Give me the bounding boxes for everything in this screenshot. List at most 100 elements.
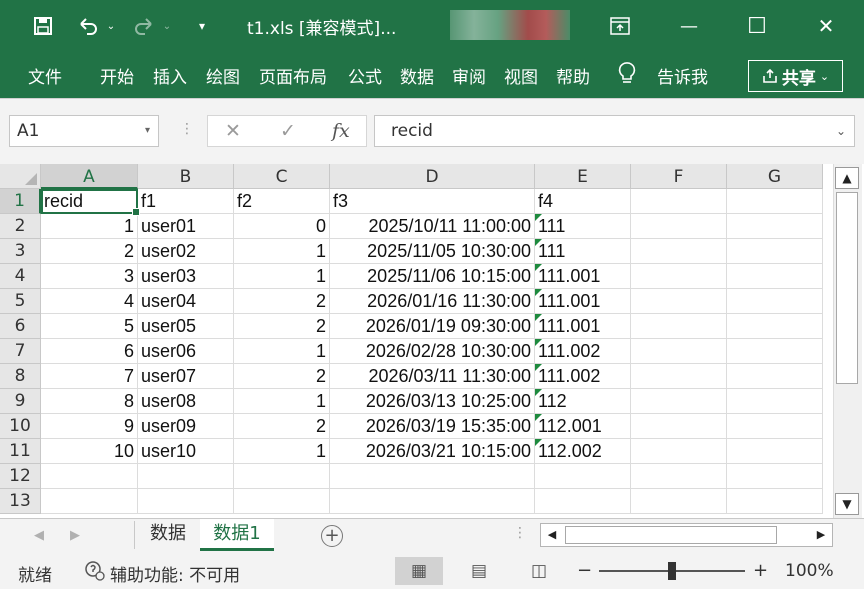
cell-b1[interactable]: f1 [138,189,234,214]
cell-a6[interactable]: 5 [41,314,138,339]
vertical-scroll-thumb[interactable] [836,192,858,384]
row-header-12[interactable]: 12 [0,464,41,489]
cell-d4[interactable]: 2025/11/06 10:15:00 [330,264,535,289]
lightbulb-icon[interactable] [617,61,637,90]
cell-f13[interactable] [631,489,727,514]
cell-c2[interactable]: 0 [234,214,330,239]
redo-dropdown-icon[interactable]: ⌄ [160,0,174,52]
cell-a9[interactable]: 8 [41,389,138,414]
cell-d7[interactable]: 2026/02/28 10:30:00 [330,339,535,364]
scroll-left-icon[interactable]: ◀ [541,524,563,546]
tab-home[interactable]: 开始 [100,63,134,88]
scroll-up-icon[interactable]: ▲ [835,167,859,189]
cell-e9[interactable]: 112 [535,389,631,414]
maximize-button[interactable]: ☐ [740,0,774,52]
cell-a2[interactable]: 1 [41,214,138,239]
cell-a11[interactable]: 10 [41,439,138,464]
name-box[interactable]: A1 ▾ [9,115,159,147]
cell-g11[interactable] [727,439,823,464]
name-box-dropdown-icon[interactable]: ▾ [145,116,150,146]
zoom-in-button[interactable]: + [753,560,768,581]
tab-review[interactable]: 审阅 [452,63,486,88]
cell-e7[interactable]: 111.002 [535,339,631,364]
page-break-view-icon[interactable]: ◫ [515,557,563,585]
page-layout-view-icon[interactable]: ▤ [455,557,503,585]
column-header-a[interactable]: A [41,164,138,189]
column-header-c[interactable]: C [234,164,330,189]
cell-e6[interactable]: 111.001 [535,314,631,339]
cell-d9[interactable]: 2026/03/13 10:25:00 [330,389,535,414]
column-header-d[interactable]: D [330,164,535,189]
cell-g3[interactable] [727,239,823,264]
cell-b4[interactable]: user03 [138,264,234,289]
cell-c1[interactable]: f2 [234,189,330,214]
cell-e3[interactable]: 111 [535,239,631,264]
cell-g7[interactable] [727,339,823,364]
tab-help[interactable]: 帮助 [556,63,590,88]
cell-f4[interactable] [631,264,727,289]
cell-b3[interactable]: user02 [138,239,234,264]
cell-f10[interactable] [631,414,727,439]
chevron-down-icon[interactable]: ⌄ [820,70,829,83]
cell-b11[interactable]: user10 [138,439,234,464]
row-header-7[interactable]: 7 [0,339,41,364]
cell-d12[interactable] [330,464,535,489]
cell-f8[interactable] [631,364,727,389]
cell-a5[interactable]: 4 [41,289,138,314]
tell-me-search[interactable]: 告诉我 [657,63,708,88]
zoom-slider-knob[interactable] [668,562,676,580]
expand-formula-icon[interactable]: ⌄ [836,116,846,146]
cell-b12[interactable] [138,464,234,489]
insert-function-icon[interactable]: fx [332,120,350,142]
accessibility-status[interactable]: 辅助功能: 不可用 [110,561,240,586]
cell-a4[interactable]: 3 [41,264,138,289]
cell-f1[interactable] [631,189,727,214]
cell-e11[interactable]: 112.002 [535,439,631,464]
tab-view[interactable]: 视图 [504,63,538,88]
cell-f5[interactable] [631,289,727,314]
scroll-down-icon[interactable]: ▼ [835,493,859,515]
row-header-2[interactable]: 2 [0,214,41,239]
cell-d6[interactable]: 2026/01/19 09:30:00 [330,314,535,339]
cell-d1[interactable]: f3 [330,189,535,214]
formula-bar-grip-icon[interactable]: ⋮ [180,121,194,137]
cell-g9[interactable] [727,389,823,414]
cell-c6[interactable]: 2 [234,314,330,339]
column-header-g[interactable]: G [727,164,823,189]
cell-c12[interactable] [234,464,330,489]
cancel-icon[interactable]: ✕ [225,120,241,142]
cell-a7[interactable]: 6 [41,339,138,364]
accessibility-icon[interactable] [84,560,106,587]
cell-e2[interactable]: 111 [535,214,631,239]
cell-f6[interactable] [631,314,727,339]
customize-qat-icon[interactable]: ▾ [192,0,212,52]
cell-b5[interactable]: user04 [138,289,234,314]
cell-c7[interactable]: 1 [234,339,330,364]
cell-g8[interactable] [727,364,823,389]
cell-e4[interactable]: 111.001 [535,264,631,289]
tab-data[interactable]: 数据 [400,63,434,88]
save-icon[interactable] [28,0,58,52]
cell-f9[interactable] [631,389,727,414]
column-header-b[interactable]: B [138,164,234,189]
zoom-level[interactable]: 100% [785,561,834,581]
sheet-next-icon[interactable]: ▶ [70,528,80,543]
tab-insert[interactable]: 插入 [153,63,187,88]
cell-c8[interactable]: 2 [234,364,330,389]
cell-d11[interactable]: 2026/03/21 10:15:00 [330,439,535,464]
cell-a12[interactable] [41,464,138,489]
cell-c11[interactable]: 1 [234,439,330,464]
row-header-9[interactable]: 9 [0,389,41,414]
redo-icon[interactable] [128,0,160,52]
row-header-10[interactable]: 10 [0,414,41,439]
cell-d3[interactable]: 2025/11/05 10:30:00 [330,239,535,264]
cell-c4[interactable]: 1 [234,264,330,289]
select-all-corner[interactable] [0,164,41,189]
cell-b7[interactable]: user06 [138,339,234,364]
cell-c10[interactable]: 2 [234,414,330,439]
row-header-6[interactable]: 6 [0,314,41,339]
cell-f12[interactable] [631,464,727,489]
share-button[interactable]: 共享 ⌄ [748,60,843,92]
tab-file[interactable]: 文件 [28,63,62,88]
tab-draw[interactable]: 绘图 [206,63,240,88]
